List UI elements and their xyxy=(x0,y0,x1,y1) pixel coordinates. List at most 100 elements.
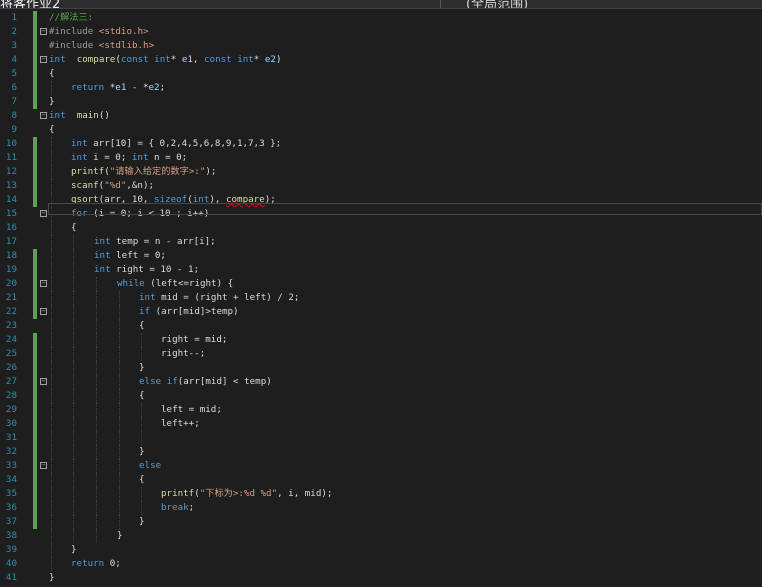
code-line[interactable]: 29 left = mid; xyxy=(0,403,762,417)
code-line[interactable]: 11 int i = 0; int n = 0; xyxy=(0,151,762,165)
change-marker xyxy=(33,53,37,67)
code-token: * xyxy=(170,54,182,65)
indent-guide xyxy=(141,347,143,361)
code-line[interactable]: 13 scanf("%d",&n); xyxy=(0,179,762,193)
indent-guide xyxy=(73,473,75,487)
code-line[interactable]: 9{ xyxy=(0,123,762,137)
code-text: right--; xyxy=(161,347,205,361)
code-text: { xyxy=(49,67,55,81)
code-token: e2 xyxy=(148,82,160,93)
change-marker xyxy=(33,137,37,151)
code-line[interactable]: 41} xyxy=(0,571,762,585)
code-token: while xyxy=(117,278,145,289)
code-line[interactable]: 32} xyxy=(0,445,762,459)
code-line[interactable]: 38} xyxy=(0,529,762,543)
indent-guide xyxy=(119,305,121,319)
change-marker xyxy=(33,459,37,473)
line-number: 20 xyxy=(5,278,17,289)
code-line[interactable]: 12 printf("请输入给定的数字>:"); xyxy=(0,165,762,179)
change-marker xyxy=(33,515,37,529)
code-line[interactable]: 26} xyxy=(0,361,762,375)
code-text: #include <stdlib.h> xyxy=(49,39,154,53)
code-line[interactable]: 5{ xyxy=(0,67,762,81)
code-line[interactable]: 21 int mid = (right + left) / 2; xyxy=(0,291,762,305)
indent-guide xyxy=(119,319,121,333)
code-line[interactable]: 22 − if (arr[mid]>temp) xyxy=(0,305,762,319)
indent-guide xyxy=(73,403,75,417)
indent-guide xyxy=(51,221,53,235)
code-line[interactable]: 35 printf("下标为>:%d %d", i, mid); xyxy=(0,487,762,501)
code-line[interactable]: 37} xyxy=(0,515,762,529)
code-line[interactable]: 2 − #include <stdio.h> xyxy=(0,25,762,39)
change-marker xyxy=(33,179,37,193)
code-line[interactable]: 31 xyxy=(0,431,762,445)
code-text: int main() xyxy=(49,109,110,123)
fold-collapse-icon[interactable]: − xyxy=(40,112,47,119)
code-text: { xyxy=(71,221,77,235)
change-marker xyxy=(33,151,37,165)
line-number: 32 xyxy=(5,446,17,457)
code-text: left = mid; xyxy=(161,403,222,417)
code-line[interactable]: 1 //解法三: xyxy=(0,11,762,25)
code-line[interactable]: 34 { xyxy=(0,473,762,487)
fold-collapse-icon[interactable]: − xyxy=(40,56,47,63)
code-line[interactable]: 25 right--; xyxy=(0,347,762,361)
indent-guide xyxy=(51,361,53,375)
indent-guide xyxy=(119,333,121,347)
indent-guide xyxy=(51,515,53,529)
code-token: right = 10 - 1; xyxy=(110,264,200,275)
code-token: 0; xyxy=(104,558,121,569)
code-line[interactable]: 17 int temp = n - arr[i]; xyxy=(0,235,762,249)
navbar-separator xyxy=(440,0,441,8)
code-line[interactable]: 7} xyxy=(0,95,762,109)
fold-collapse-icon[interactable]: − xyxy=(40,378,47,385)
code-text: } xyxy=(139,515,145,529)
line-number: 1 xyxy=(11,12,17,23)
code-line[interactable]: 4− int compare(const int* e1, const int* … xyxy=(0,53,762,67)
code-line[interactable]: 20 − while (left<=right) { xyxy=(0,277,762,291)
code-line[interactable]: 23 { xyxy=(0,319,762,333)
change-marker xyxy=(33,263,37,277)
indent-guide xyxy=(51,305,53,319)
code-token: else if xyxy=(139,376,178,387)
fold-collapse-icon[interactable]: − xyxy=(40,210,47,217)
code-line[interactable]: 6 return *e1 - *e2; xyxy=(0,81,762,95)
indent-guide xyxy=(51,501,53,515)
change-marker xyxy=(33,81,37,95)
indent-guide xyxy=(51,375,53,389)
code-line[interactable]: 28 { xyxy=(0,389,762,403)
fold-collapse-icon[interactable]: − xyxy=(40,308,47,315)
fold-collapse-icon[interactable]: − xyxy=(40,280,47,287)
code-token: arr[10] = { 0,2,4,5,6,8,9,1,7,3 }; xyxy=(87,138,282,149)
line-number: 14 xyxy=(5,194,17,205)
code-line[interactable]: 33 − else xyxy=(0,459,762,473)
code-token: (arr[mid]>temp) xyxy=(150,306,239,317)
code-line[interactable]: 39} xyxy=(0,543,762,557)
indent-guide xyxy=(73,529,75,543)
code-line[interactable]: 16 { xyxy=(0,221,762,235)
scope-dropdown[interactable]: (全局范围) xyxy=(466,0,528,8)
change-marker xyxy=(33,417,37,431)
code-line[interactable]: 19 int right = 10 - 1; xyxy=(0,263,762,277)
fold-collapse-icon[interactable]: − xyxy=(40,28,47,35)
code-line[interactable]: 18 int left = 0; xyxy=(0,249,762,263)
code-line[interactable]: 27 − else if(arr[mid] < temp) xyxy=(0,375,762,389)
fold-collapse-icon[interactable]: − xyxy=(40,462,47,469)
project-dropdown[interactable]: 将客作业2 xyxy=(0,0,60,8)
line-number: 33 xyxy=(5,460,17,471)
code-line[interactable]: 36 break; xyxy=(0,501,762,515)
code-line[interactable]: 24 right = mid; xyxy=(0,333,762,347)
indent-guide xyxy=(119,375,121,389)
code-line[interactable]: 10 int arr[10] = { 0,2,4,5,6,8,9,1,7,3 }; xyxy=(0,137,762,151)
code-token: int xyxy=(139,292,156,303)
code-token: break xyxy=(161,502,189,513)
line-number: 9 xyxy=(11,124,17,135)
line-number: 15 xyxy=(5,208,17,219)
code-line[interactable]: 8 − int main() xyxy=(0,109,762,123)
code-line[interactable]: 3 #include <stdlib.h> xyxy=(0,39,762,53)
indent-guide xyxy=(51,347,53,361)
code-editor[interactable]: 1//解法三: 2− #include <stdio.h> 3 #include <st… xyxy=(0,9,762,587)
indent-guide xyxy=(73,291,75,305)
code-line[interactable]: 40 return 0; xyxy=(0,557,762,571)
code-line[interactable]: 30 left++; xyxy=(0,417,762,431)
